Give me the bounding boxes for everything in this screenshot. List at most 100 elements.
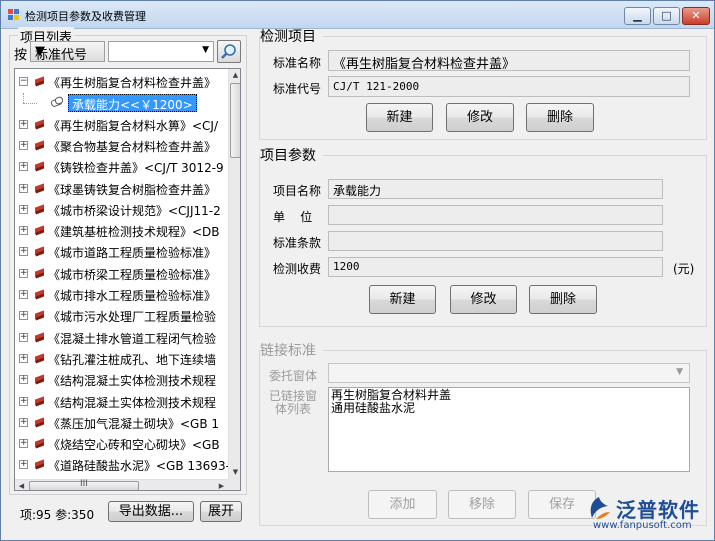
search-button[interactable] bbox=[217, 40, 241, 63]
scroll-right-icon[interactable]: ▶ bbox=[215, 480, 228, 490]
expand-icon[interactable]: + bbox=[19, 140, 28, 150]
tree-item[interactable]: + 《铸铁检查井盖》<CJ/T 3012-9 bbox=[15, 157, 228, 178]
tree-item[interactable]: + 《混凝土排水管道工程闭气检验 bbox=[15, 328, 228, 349]
tree-item[interactable]: − 《再生树脂复合材料检查井盖》 bbox=[15, 72, 228, 93]
expand-icon[interactable]: + bbox=[19, 119, 28, 129]
tree-horizontal-scrollbar[interactable]: ◀ III ▶ bbox=[15, 479, 228, 490]
tree-item[interactable]: + 《城市桥梁工程质量检验标准》 bbox=[15, 264, 228, 285]
tree-item[interactable]: + 《城市道路工程质量检验标准》 bbox=[15, 242, 228, 263]
tree-item-label: 《再生树脂复合材料水箅》<CJ/ bbox=[48, 118, 219, 133]
fee-label: 检测收费 bbox=[273, 262, 322, 276]
tree-vertical-scrollbar[interactable]: ▲ ▼ bbox=[228, 69, 240, 479]
tree-item[interactable]: + 《蒸压加气混凝土砌块》<GB 1 bbox=[15, 413, 228, 434]
standard-book-icon bbox=[34, 161, 45, 172]
expand-icon[interactable]: + bbox=[19, 311, 28, 321]
tree-item[interactable]: + 《再生树脂复合材料水箅》<CJ/ bbox=[15, 115, 228, 136]
hscroll-thumb[interactable]: III bbox=[29, 479, 139, 490]
tree-item-label: 《结构混凝土实体检测技术规程 bbox=[48, 395, 217, 410]
expand-icon[interactable]: + bbox=[19, 353, 28, 363]
tree-item[interactable]: + 《结构混凝土实体检测技术规程 bbox=[15, 392, 228, 413]
tree-item[interactable]: + 《聚合物基复合材料检查井盖》 bbox=[15, 136, 228, 157]
chevron-down-icon: ▼ bbox=[35, 44, 45, 59]
expand-icon[interactable]: + bbox=[19, 332, 28, 342]
count-stats: 项:95 参:350 bbox=[20, 508, 95, 522]
tree-item[interactable]: + 《建筑基桩检测技术规程》<DB bbox=[15, 221, 228, 242]
expand-icon[interactable]: + bbox=[19, 460, 28, 470]
tree-item[interactable]: + 《钻孔灌注桩成孔、地下连续墙 bbox=[15, 349, 228, 370]
tree-item[interactable]: + 《城市排水工程质量检验标准》 bbox=[15, 285, 228, 306]
tree-item[interactable]: + 《结构混凝土实体检测技术规程 bbox=[15, 370, 228, 391]
standard-book-icon bbox=[34, 353, 45, 364]
tree-item[interactable]: + 《烧结空心砖和空心砌块》<GB bbox=[15, 434, 228, 455]
expand-icon[interactable]: + bbox=[19, 162, 28, 172]
standard-book-icon bbox=[34, 140, 45, 151]
clause-field[interactable] bbox=[328, 231, 663, 251]
param-edit-button[interactable]: 修改 bbox=[450, 285, 517, 314]
standard-book-icon bbox=[34, 331, 45, 343]
item-edit-button[interactable]: 修改 bbox=[446, 103, 514, 132]
scroll-down-icon[interactable]: ▼ bbox=[229, 466, 240, 479]
expand-button[interactable]: 展开 bbox=[200, 501, 242, 522]
tree-item-label: 《钻孔灌注桩成孔、地下连续墙 bbox=[48, 352, 217, 367]
client-form-select[interactable]: ▼ bbox=[328, 363, 690, 383]
parameter-icon bbox=[50, 96, 65, 108]
expand-icon[interactable]: + bbox=[19, 396, 28, 406]
item-delete-button[interactable]: 删除 bbox=[526, 103, 594, 132]
tree-item-label: 《建筑基桩检测技术规程》<DB bbox=[48, 225, 220, 240]
brand-name: 泛普软件 bbox=[616, 498, 700, 522]
param-name-field[interactable]: 承载能力 bbox=[328, 179, 663, 199]
expand-icon[interactable]: + bbox=[19, 290, 28, 299]
search-input[interactable]: ▼ bbox=[108, 41, 214, 62]
tree-item[interactable]: + 《球墨铸铁复合树脂检查井盖》 bbox=[15, 179, 228, 200]
standard-code-label: 标准代号 bbox=[273, 82, 322, 96]
expand-icon[interactable]: + bbox=[19, 226, 28, 236]
expand-icon[interactable]: + bbox=[19, 183, 28, 193]
scroll-thumb[interactable] bbox=[230, 83, 240, 158]
search-field-select[interactable]: 标准代号 ▼ bbox=[30, 41, 105, 63]
export-data-button[interactable]: 导出数据... bbox=[108, 501, 194, 522]
standard-book-icon bbox=[34, 395, 45, 407]
tree-connector bbox=[23, 103, 37, 105]
collapse-icon[interactable]: − bbox=[19, 77, 28, 86]
tree-item-label: 《聚合物基复合材料检查井盖》 bbox=[48, 139, 217, 154]
tree-item-label: 《道路硅酸盐水泥》<GB 13693- bbox=[48, 459, 228, 474]
tree-item-label: 《结构混凝土实体检测技术规程 bbox=[48, 374, 217, 389]
param-new-button[interactable]: 新建 bbox=[369, 285, 436, 314]
brand-url: www.fanpusoft.com bbox=[593, 520, 692, 531]
minimize-button[interactable]: ▁ bbox=[624, 7, 651, 25]
expand-icon[interactable]: + bbox=[19, 375, 28, 385]
param-delete-button[interactable]: 删除 bbox=[529, 285, 597, 314]
tree-child-item[interactable]: 承载能力<<￥1200> bbox=[15, 93, 228, 114]
expand-icon[interactable]: + bbox=[19, 204, 28, 214]
tree-item-label: 《城市桥梁工程质量检验标准》 bbox=[48, 267, 217, 282]
tree-item-label: 《混凝土排水管道工程闭气检验 bbox=[48, 331, 217, 346]
standard-book-icon bbox=[34, 182, 45, 194]
tree-item[interactable]: + 《城市污水处理厂工程质量检验 bbox=[15, 306, 228, 327]
item-new-button[interactable]: 新建 bbox=[366, 103, 433, 132]
close-button[interactable]: ✕ bbox=[682, 7, 710, 25]
standard-book-icon bbox=[34, 118, 45, 130]
project-tree[interactable]: − 《再生树脂复合材料检查井盖》 承载能力<<￥1200> + 《再生树脂复合材料水箅》… bbox=[14, 68, 241, 491]
tree-item[interactable]: + 《道路硅酸盐水泥》<GB 13693- bbox=[15, 455, 228, 476]
maximize-button[interactable]: □ bbox=[653, 7, 680, 25]
unit-label: 单 位 bbox=[273, 210, 313, 224]
scroll-up-icon[interactable]: ▲ bbox=[229, 69, 240, 82]
tree-item[interactable]: + 《城市桥梁设计规范》<CJJ11-2 bbox=[15, 200, 228, 221]
unit-field[interactable] bbox=[328, 205, 663, 225]
standard-code-field[interactable]: CJ/T 121-2000 bbox=[328, 76, 690, 97]
scroll-left-icon[interactable]: ◀ bbox=[15, 480, 28, 490]
standard-name-field[interactable]: 《再生树脂复合材料检查井盖》 bbox=[328, 50, 690, 71]
chevron-down-icon: ▼ bbox=[202, 45, 209, 55]
remove-link-button[interactable]: 移除 bbox=[448, 490, 516, 519]
add-link-button[interactable]: 添加 bbox=[368, 490, 437, 519]
fee-field[interactable]: 1200 bbox=[328, 257, 663, 277]
list-item[interactable]: 通用硅酸盐水泥 bbox=[331, 402, 687, 415]
expand-icon[interactable]: + bbox=[19, 268, 28, 278]
standard-book-icon bbox=[34, 374, 45, 385]
standard-book-icon bbox=[34, 204, 45, 215]
expand-icon[interactable]: + bbox=[19, 439, 28, 449]
linked-forms-list[interactable]: 再生树脂复合材料井盖 通用硅酸盐水泥 bbox=[328, 387, 690, 472]
expand-icon[interactable]: + bbox=[19, 247, 28, 257]
expand-icon[interactable]: + bbox=[19, 417, 28, 427]
linked-list-label: 已链接窗 体列表 bbox=[269, 390, 317, 416]
